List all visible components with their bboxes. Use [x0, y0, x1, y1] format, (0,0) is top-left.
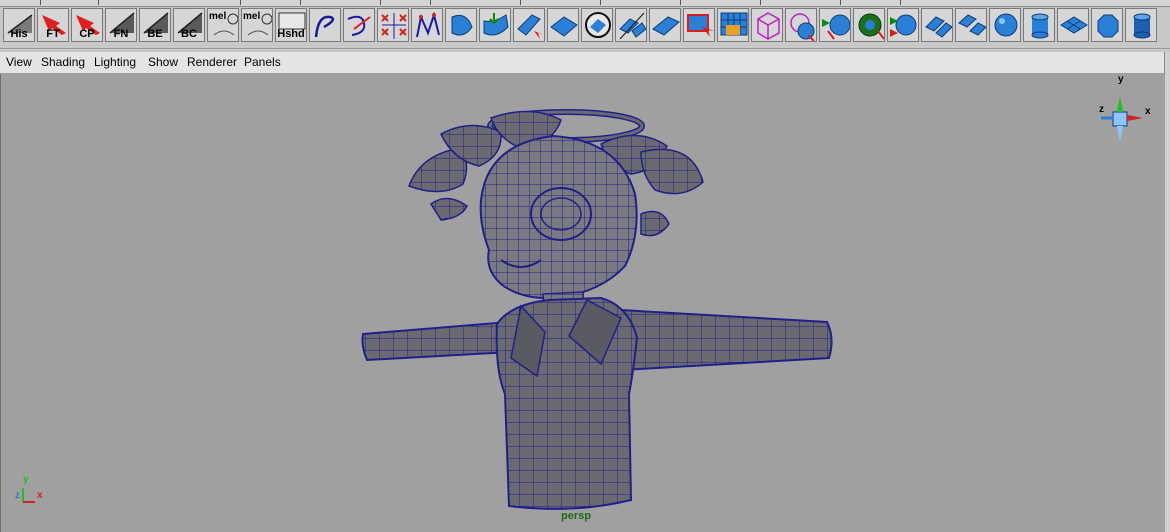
menu-renderer[interactable]: Renderer	[187, 55, 237, 69]
sphere-wire-icon[interactable]	[785, 8, 817, 42]
split-poly-icon[interactable]	[615, 8, 647, 42]
shelf-button-mel-1[interactable]: mel	[207, 8, 239, 42]
shelf-button-label: His	[10, 28, 28, 40]
revolve-icon[interactable]	[445, 8, 477, 42]
shelf-button-hshd[interactable]: Hshd	[275, 8, 307, 42]
shelf-button-bc[interactable]: BC	[173, 8, 205, 42]
shelf-button-label: FN	[113, 28, 129, 40]
poly-grid-icon[interactable]	[717, 8, 749, 42]
origin-axis-x-label: x	[37, 490, 43, 501]
menu-view[interactable]: View	[6, 55, 32, 69]
sphere-icon[interactable]	[989, 8, 1021, 42]
subdivide-icon[interactable]	[955, 8, 987, 42]
merge-icon[interactable]	[683, 8, 715, 42]
shelf-toolbar: His FT CP FN BE BC mel mel Hshd	[0, 0, 1170, 49]
panel-menubar: View Shading Lighting Show Renderer Pane…	[0, 52, 1170, 74]
grid-plane-icon[interactable]	[1057, 8, 1089, 42]
extrude-surface-icon[interactable]	[513, 8, 545, 42]
cylinder-icon[interactable]	[1023, 8, 1055, 42]
shelf-button-label: BC	[181, 28, 197, 40]
shelf-button-label: CP	[79, 28, 95, 40]
view-axis-widget[interactable]	[1101, 96, 1143, 142]
sphere-green-icon[interactable]	[853, 8, 885, 42]
cv-grid-icon[interactable]	[377, 8, 409, 42]
loft-icon[interactable]	[479, 8, 511, 42]
cube-wire-icon[interactable]	[751, 8, 783, 42]
shelf-button-label: Hshd	[277, 28, 305, 40]
curve-edit-icon[interactable]	[343, 8, 375, 42]
scene-canvas	[22, 96, 1143, 510]
reduce-icon[interactable]	[819, 8, 851, 42]
menu-panels[interactable]: Panels	[244, 55, 281, 69]
camera-name-label: persp	[561, 510, 591, 522]
menu-lighting[interactable]: Lighting	[94, 55, 136, 69]
shelf-button-cp[interactable]: CP	[71, 8, 103, 42]
smooth-icon[interactable]	[887, 8, 919, 42]
origin-axis-y-label: y	[23, 474, 29, 485]
dome-icon[interactable]	[1091, 8, 1123, 42]
curve-tool-icon[interactable]	[309, 8, 341, 42]
view-axis-z-label: z	[1099, 104, 1104, 115]
menu-shading[interactable]: Shading	[41, 55, 85, 69]
curve-rebuild-icon[interactable]	[411, 8, 443, 42]
menu-show[interactable]: Show	[148, 55, 178, 69]
split-face-icon[interactable]	[921, 8, 953, 42]
perspective-viewport[interactable]: y z x y z x persp	[0, 74, 1165, 532]
origin-axis-z-label: z	[15, 490, 20, 501]
view-axis-x-label: x	[1145, 106, 1151, 117]
circle-select-icon[interactable]	[581, 8, 613, 42]
character-mesh[interactable]	[361, 109, 833, 510]
shelf-tab-strip	[0, 0, 1170, 7]
shelf-button-label: FT	[46, 28, 60, 40]
shelf-button-fn[interactable]: FN	[105, 8, 137, 42]
bevel-icon[interactable]	[649, 8, 681, 42]
planar-icon[interactable]	[547, 8, 579, 42]
shelf-button-mel-2[interactable]: mel	[241, 8, 273, 42]
shelf-button-his[interactable]: His	[3, 8, 35, 42]
shelf-button-be[interactable]: BE	[139, 8, 171, 42]
origin-axis-icon	[22, 488, 35, 503]
view-axis-y-label: y	[1118, 74, 1124, 85]
shelf-button-ft[interactable]: FT	[37, 8, 69, 42]
cylinder-blue-icon[interactable]	[1125, 8, 1157, 42]
shelf-button-label: BE	[147, 28, 163, 40]
